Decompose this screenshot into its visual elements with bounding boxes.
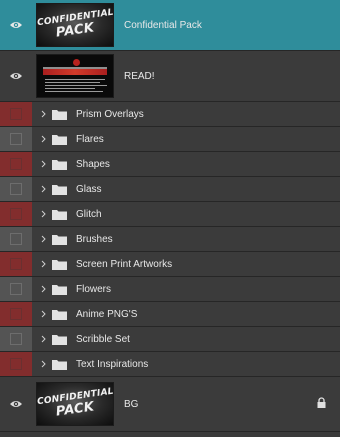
visibility-toggle[interactable] [0,51,32,101]
folder-icon [52,283,68,295]
chevron-right-icon[interactable] [38,135,48,143]
layer-group-name[interactable]: Prism Overlays [76,109,144,120]
visibility-toggle[interactable] [0,152,32,176]
layer-group[interactable]: Screen Print Artworks [0,252,340,277]
layer-group-name[interactable]: Screen Print Artworks [76,259,172,270]
chevron-right-icon[interactable] [38,110,48,118]
layer-name[interactable]: BG [124,399,138,410]
visibility-toggle[interactable] [0,202,32,226]
folder-icon [52,108,68,120]
layer-group-name[interactable]: Flowers [76,284,111,295]
layer-group[interactable]: Shapes [0,152,340,177]
layer-group[interactable]: Glitch [0,202,340,227]
layer-group-name[interactable]: Brushes [76,234,113,245]
folder-icon [52,308,68,320]
chevron-right-icon[interactable] [38,185,48,193]
layer-group[interactable]: Scribble Set [0,327,340,352]
layer-group-name[interactable]: Anime PNG'S [76,309,137,320]
folder-icon [52,258,68,270]
lock-icon[interactable] [317,397,326,411]
visibility-toggle[interactable] [0,127,32,151]
hidden-visibility-box [10,133,22,145]
eye-icon [10,73,22,79]
visibility-toggle[interactable] [0,102,32,126]
chevron-right-icon[interactable] [38,260,48,268]
layer-name[interactable]: READ! [124,71,155,82]
visibility-toggle[interactable] [0,327,32,351]
layer-group-name[interactable]: Glass [76,184,102,195]
visibility-toggle[interactable] [0,252,32,276]
layer-group[interactable]: Flares [0,127,340,152]
visibility-toggle[interactable] [0,0,32,50]
hidden-visibility-box [10,233,22,245]
layers-panel: CONFIDENTIAL PACK Confidential Pack READ… [0,0,340,437]
visibility-toggle[interactable] [0,302,32,326]
layer-group[interactable]: Anime PNG'S [0,302,340,327]
hidden-visibility-box [10,333,22,345]
layer-thumbnail [36,54,114,98]
hidden-visibility-box [10,158,22,170]
layer-thumbnail: CONFIDENTIAL PACK [36,382,114,426]
layer-group[interactable]: Brushes [0,227,340,252]
layer-group[interactable]: Prism Overlays [0,102,340,127]
eye-icon [10,22,22,28]
layer-group-name[interactable]: Text Inspirations [76,359,148,370]
chevron-right-icon[interactable] [38,310,48,318]
layer-group-name[interactable]: Shapes [76,159,110,170]
layer-read[interactable]: READ! [0,51,340,102]
layer-name[interactable]: Confidential Pack [124,20,202,31]
hidden-visibility-box [10,358,22,370]
chevron-right-icon[interactable] [38,360,48,368]
visibility-toggle[interactable] [0,177,32,201]
hidden-visibility-box [10,308,22,320]
chevron-right-icon[interactable] [38,335,48,343]
thumbnail-logo [73,59,80,66]
folder-icon [52,133,68,145]
layer-group-name[interactable]: Flares [76,134,104,145]
chevron-right-icon[interactable] [38,210,48,218]
folder-icon [52,233,68,245]
folder-icon [52,158,68,170]
layer-group-name[interactable]: Glitch [76,209,102,220]
hidden-visibility-box [10,283,22,295]
hidden-visibility-box [10,108,22,120]
visibility-toggle[interactable] [0,227,32,251]
layer-confidential-pack[interactable]: CONFIDENTIAL PACK Confidential Pack [0,0,340,51]
layer-group[interactable]: Flowers [0,277,340,302]
folder-icon [52,358,68,370]
visibility-toggle[interactable] [0,377,32,431]
layer-bg[interactable]: CONFIDENTIAL PACK BG [0,377,340,432]
layer-group[interactable]: Glass [0,177,340,202]
folder-icon [52,333,68,345]
visibility-toggle[interactable] [0,277,32,301]
eye-icon [10,401,22,407]
folder-icon [52,208,68,220]
chevron-right-icon[interactable] [38,235,48,243]
layer-thumbnail: CONFIDENTIAL PACK [36,3,114,47]
chevron-right-icon[interactable] [38,160,48,168]
layer-groups: Prism Overlays Flares Shapes Glass Glitch Bru… [0,102,340,377]
layer-group[interactable]: Text Inspirations [0,352,340,377]
layer-group-name[interactable]: Scribble Set [76,334,130,345]
folder-icon [52,183,68,195]
chevron-right-icon[interactable] [38,285,48,293]
hidden-visibility-box [10,208,22,220]
hidden-visibility-box [10,258,22,270]
hidden-visibility-box [10,183,22,195]
visibility-toggle[interactable] [0,352,32,376]
